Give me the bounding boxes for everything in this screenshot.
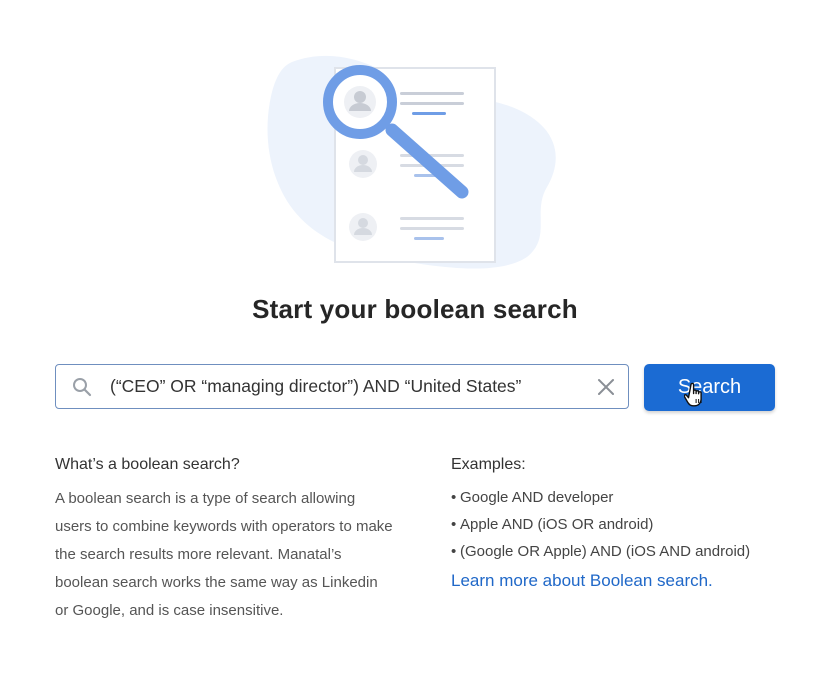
boolean-search-page: Start your boolean search Search What’s … xyxy=(0,0,840,698)
examples-heading: Examples: xyxy=(451,456,526,473)
info-heading: What’s a boolean search? xyxy=(55,456,240,473)
examples-list: • Google AND developer • Apple AND (iOS OR… xyxy=(451,484,811,565)
boolean-search-input[interactable] xyxy=(110,365,580,407)
learn-more-link[interactable]: Learn more about Boolean search. xyxy=(451,571,811,591)
magnifier-over-profiles-illustration xyxy=(267,55,556,269)
example-text: Google AND developer xyxy=(460,489,614,506)
bullet-icon: • xyxy=(451,543,457,560)
boolean-search-box[interactable] xyxy=(55,364,629,409)
boolean-info-section: What’s a boolean search? A boolean searc… xyxy=(55,456,395,625)
search-icon xyxy=(73,378,92,397)
example-text: (Google OR Apple) AND (iOS AND android) xyxy=(460,543,751,560)
list-item: • Google AND developer xyxy=(451,484,811,511)
info-text: A boolean search is a type of search all… xyxy=(55,490,393,619)
examples-section: Examples: • Google AND developer • Apple A… xyxy=(451,456,811,591)
page-title: Start your boolean search xyxy=(252,294,578,324)
list-item: • Apple AND (iOS OR android) xyxy=(451,511,811,538)
list-item: • (Google OR Apple) AND (iOS AND android) xyxy=(451,538,811,565)
search-button[interactable]: Search xyxy=(644,364,775,411)
example-text: Apple AND (iOS OR android) xyxy=(460,516,654,533)
bullet-icon: • xyxy=(451,489,457,506)
close-icon[interactable] xyxy=(596,377,616,397)
bullet-icon: • xyxy=(451,516,457,533)
